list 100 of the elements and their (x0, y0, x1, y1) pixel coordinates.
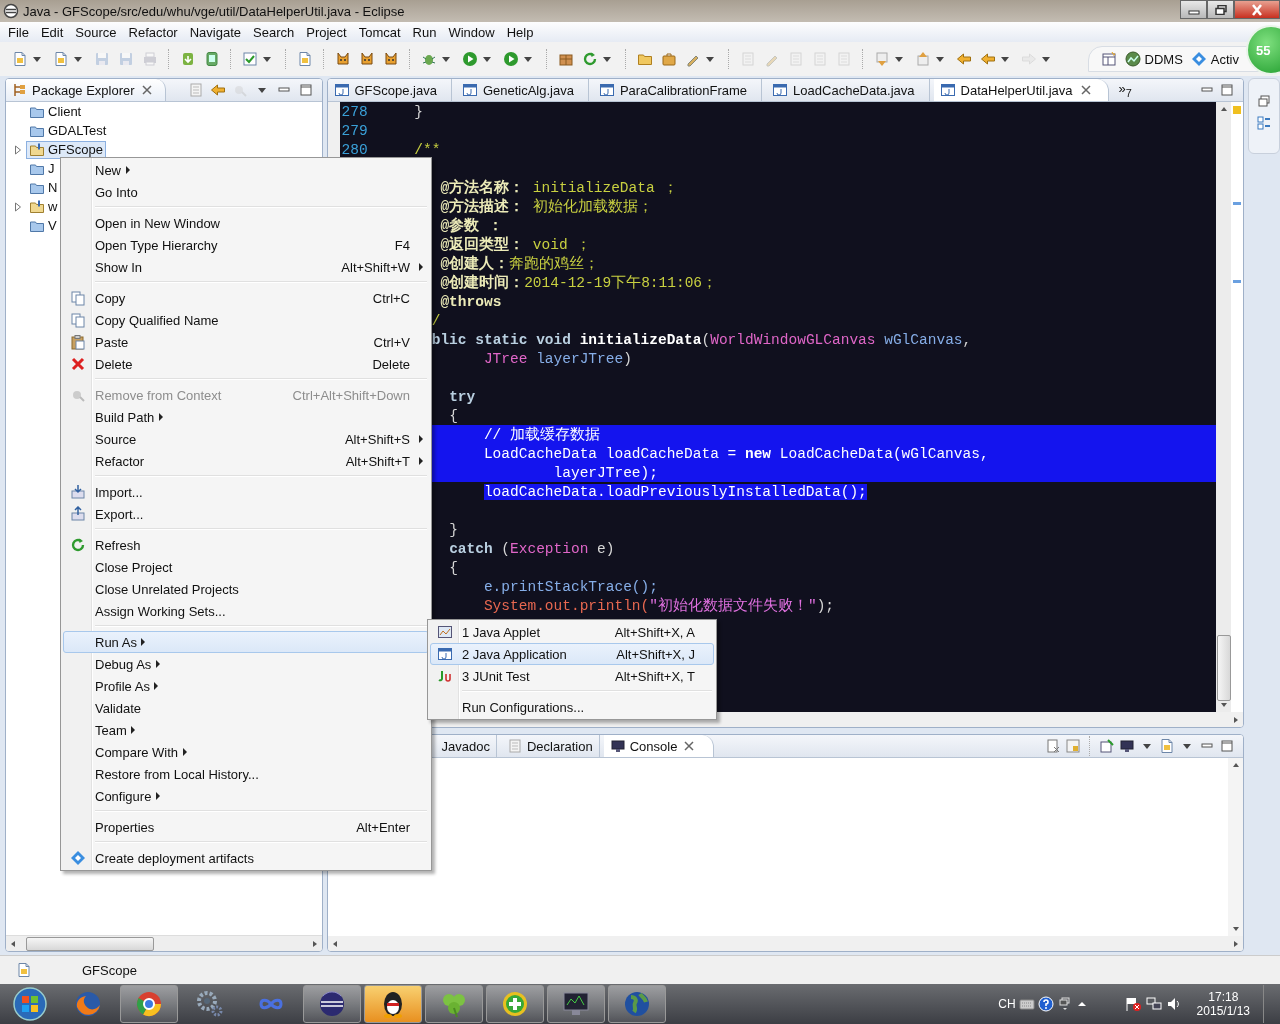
open-perspective-icon[interactable] (1100, 51, 1117, 67)
view-tab[interactable]: Console (603, 735, 715, 757)
external-run-icon[interactable] (503, 51, 519, 67)
menu-item[interactable]: Search (247, 24, 301, 40)
menu-item[interactable]: Edit (34, 24, 70, 40)
help-icon[interactable] (1037, 996, 1054, 1012)
minimize-button[interactable] (1180, 0, 1207, 19)
menu-item[interactable]: Export... (63, 503, 429, 525)
editor-tab[interactable]: DataHelperUtil.java (933, 79, 1109, 101)
menu-item[interactable]: Copy Qualified Name (63, 309, 429, 331)
menu-item[interactable]: Open Type Hierarchy F4 (63, 234, 429, 256)
editor-tab[interactable]: GFScope.java (327, 79, 452, 101)
menu-item[interactable]: Copy Ctrl+C (63, 287, 429, 309)
scroll-arrow-icon[interactable] (1219, 105, 1228, 113)
more-tabs-button[interactable]: »$_{7}$ (1112, 81, 1138, 99)
view-tab[interactable]: Javadoc (435, 735, 497, 757)
taskbar-button[interactable] (364, 985, 422, 1023)
menu-item[interactable]: 3 JUnit Test Alt+Shift+X, T (430, 665, 714, 687)
menu-item[interactable]: Show In Alt+Shift+W (63, 256, 429, 278)
menu-item[interactable]: Create deployment artifacts (63, 847, 429, 869)
last-edit-icon[interactable] (956, 51, 972, 67)
menu-item[interactable]: Run As (63, 631, 429, 653)
menu-item[interactable]: Refactor (122, 24, 184, 40)
editor-tab[interactable]: ParaCalibrationFrame (592, 79, 763, 101)
menu-item[interactable]: Navigate (183, 24, 247, 40)
scrollbar-thumb[interactable] (1216, 635, 1231, 701)
menu-item[interactable]: 1 Java Applet Alt+Shift+X, A (430, 621, 714, 643)
perspective-button[interactable]: Activ (1190, 51, 1239, 67)
checkbox-icon[interactable] (242, 51, 258, 67)
menu-item[interactable]: Run Configurations... (430, 696, 714, 718)
tree-item[interactable]: J (26, 159, 58, 178)
open-console-icon[interactable] (1159, 738, 1176, 754)
cat-stop-icon[interactable] (359, 51, 375, 67)
menu-item[interactable]: Help (500, 24, 540, 40)
menu-item[interactable]: Refactor Alt+Shift+T (63, 450, 429, 472)
run-icon[interactable] (462, 51, 478, 67)
menu-item[interactable]: Build Path (63, 406, 429, 428)
menu-item[interactable]: Window (442, 24, 501, 40)
menu-item[interactable]: New (63, 159, 429, 181)
menu-item[interactable]: Project (300, 24, 353, 40)
new-resource-icon[interactable] (297, 51, 313, 67)
scroll-arrow-icon[interactable] (9, 939, 17, 948)
package-icon[interactable] (558, 51, 574, 67)
tree-item[interactable]: GFScope (26, 140, 106, 159)
horizontal-scrollbar[interactable] (6, 935, 322, 951)
menu-item[interactable]: Open in New Window (63, 212, 429, 234)
clock[interactable]: 17:18 2015/1/13 (1186, 990, 1260, 1018)
flag-icon[interactable] (1123, 996, 1142, 1012)
editor-tab[interactable]: LoadCacheData.java (766, 79, 930, 101)
device-icon[interactable] (204, 51, 220, 67)
menu-item[interactable]: Assign Working Sets... (63, 600, 429, 622)
scroll-arrow-icon[interactable] (1231, 761, 1240, 769)
menu-item[interactable]: Source (69, 24, 123, 40)
menu-item[interactable]: Properties Alt+Enter (63, 816, 429, 838)
arrow-left-icon[interactable] (980, 51, 996, 67)
cat-icon[interactable] (335, 51, 351, 67)
menu-item[interactable]: Run (406, 24, 443, 40)
vertical-scrollbar[interactable] (1216, 102, 1232, 712)
horizontal-scrollbar[interactable] (327, 936, 1244, 951)
outline-icon[interactable] (1256, 115, 1272, 131)
editor-tab[interactable]: GeneticAlg.java (455, 79, 589, 101)
tree-item[interactable]: V (26, 216, 60, 235)
tree-item[interactable]: GDALTest (26, 121, 110, 140)
link-editor-icon[interactable] (209, 82, 226, 98)
scroll-arrow-icon[interactable] (310, 939, 319, 948)
menu-item[interactable]: Restore from Local History... (63, 763, 429, 785)
window-options-icon[interactable] (1056, 996, 1073, 1012)
sdk-download-icon[interactable] (180, 51, 196, 67)
tree-item[interactable]: N (26, 178, 61, 197)
network-icon[interactable] (1144, 996, 1163, 1012)
open-folder-icon[interactable] (637, 51, 653, 67)
maximize-icon[interactable] (1219, 82, 1236, 98)
perspective-button[interactable]: DDMS (1124, 51, 1183, 67)
menu-item[interactable]: Debug As (63, 653, 429, 675)
menu-item[interactable]: Tomcat (352, 24, 407, 40)
menu-item[interactable]: Source Alt+Shift+S (63, 428, 429, 450)
display-console-icon[interactable] (1119, 738, 1136, 754)
cat-restart-icon[interactable] (383, 51, 399, 67)
menu-item[interactable]: Team (63, 719, 429, 741)
menu-item[interactable]: Paste Ctrl+V (63, 331, 429, 353)
view-tab[interactable]: Declaration (500, 735, 600, 757)
menu-item[interactable]: Close Project (63, 556, 429, 578)
tree-item[interactable]: Client (26, 102, 85, 121)
menu-item[interactable]: Profile As (63, 675, 429, 697)
menu-item[interactable]: Go Into (63, 181, 429, 203)
expand-arrow-icon[interactable] (14, 201, 22, 212)
menu-item[interactable]: 2 Java Application Alt+Shift+X, J (430, 643, 714, 665)
vertical-scrollbar[interactable] (1228, 758, 1244, 936)
briefcase-icon[interactable] (661, 51, 677, 67)
taskbar-button[interactable] (547, 985, 605, 1023)
pin-console-icon[interactable] (1099, 738, 1116, 754)
view-tab[interactable]: Package Explorer (6, 79, 166, 101)
menu-item[interactable]: Validate (63, 697, 429, 719)
new-file-icon[interactable] (53, 51, 69, 67)
menu-item[interactable]: Close Unrelated Projects (63, 578, 429, 600)
tree-item[interactable]: w (26, 197, 61, 216)
taskbar-button[interactable] (303, 985, 361, 1023)
expand-arrow-icon[interactable] (14, 144, 22, 155)
menu-item[interactable]: File (2, 24, 35, 40)
close-button[interactable] (1234, 0, 1280, 19)
